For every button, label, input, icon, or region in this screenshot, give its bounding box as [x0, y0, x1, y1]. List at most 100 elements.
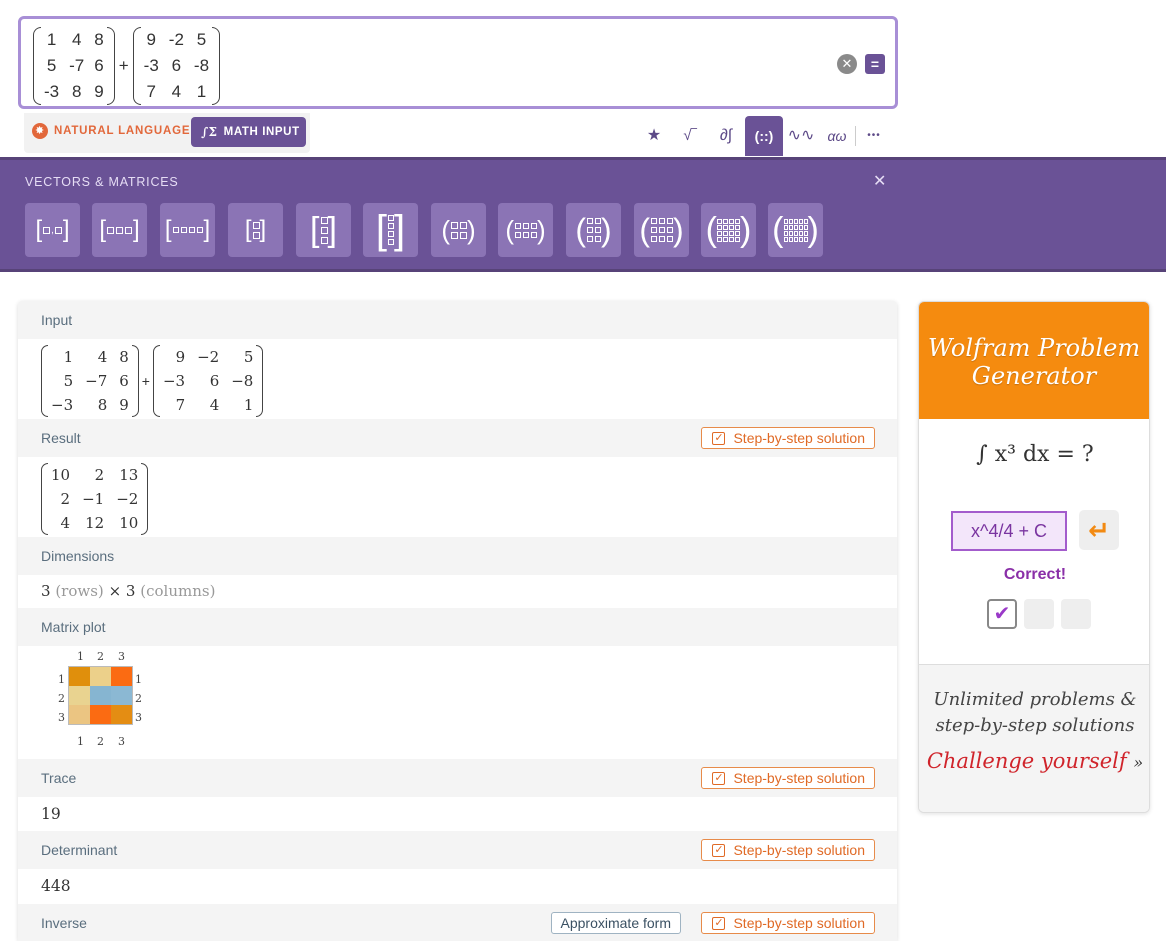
plot-tick-label: 3 [118, 735, 125, 748]
math-input-label: MATH INPUT [223, 126, 300, 138]
pod-title: Dimensions [41, 548, 115, 564]
matrix-a-cell[interactable]: -7 [69, 55, 84, 77]
column-vector-4-button[interactable]: [] [363, 203, 418, 257]
natural-language-button[interactable]: ✸ NATURAL LANGUAGE [32, 123, 190, 139]
progress-box [1024, 599, 1054, 629]
matrix-plot-cell [69, 705, 90, 724]
enter-icon[interactable]: ↵ [1079, 510, 1119, 550]
greek-icon[interactable]: αω [820, 116, 854, 156]
row-vector-4-button[interactable]: [] [160, 203, 215, 257]
progress-box [1061, 599, 1091, 629]
matrix-plot-cell [111, 667, 132, 686]
natural-language-label: NATURAL LANGUAGE [54, 125, 191, 137]
plot-tick-label: 2 [135, 692, 142, 705]
pod-header-inverse: Inverse Approximate form ✓ Step-by-step … [18, 904, 897, 941]
checkbox-icon: ✓ [712, 771, 726, 785]
approximate-form-button[interactable]: Approximate form [550, 912, 681, 934]
pod-title: Inverse [41, 915, 87, 931]
pod-header-trace: Trace ✓ Step-by-step solution [18, 759, 897, 797]
matrix-b-cell[interactable]: -2 [169, 29, 184, 51]
panel-title: VECTORS & MATRICES [25, 175, 179, 189]
matrix-a-cell[interactable]: 9 [94, 81, 103, 103]
plot-tick-label: 2 [58, 692, 65, 705]
matrix-a-cell[interactable]: 1 [44, 29, 59, 51]
clear-icon[interactable]: ✕ [837, 54, 857, 74]
row-vector-3-button[interactable]: [] [92, 203, 147, 257]
close-icon[interactable]: ✕ [873, 171, 886, 191]
step-by-step-button[interactable]: ✓ Step-by-step solution [701, 912, 875, 934]
matrix-plot-cell [111, 705, 132, 724]
calculus-icon[interactable]: ∂∫ [709, 116, 743, 156]
waveform-icon[interactable]: ∿∿ [784, 116, 818, 156]
pod-title: Determinant [41, 842, 118, 858]
row-vector-2-button[interactable]: [,] [25, 203, 80, 257]
matrix-b-cell[interactable]: 1 [194, 81, 209, 103]
matrix-a-cell[interactable]: 8 [69, 81, 84, 103]
matrix-2x3-button[interactable]: () [498, 203, 553, 257]
trace-output: 19 [41, 805, 61, 823]
input-matrix-b-output: 9 −2 5 −3 6 −8 741 [152, 345, 264, 417]
vectors-matrices-panel: VECTORS & MATRICES ✕ [,] [] [] [] [] [] … [0, 157, 1166, 272]
pod-title: Matrix plot [41, 619, 106, 635]
plot-tick-label: 2 [97, 735, 104, 748]
matrix-a-cell[interactable]: 4 [69, 29, 84, 51]
matrix-plot-cell [111, 686, 132, 705]
math-input-button[interactable]: ∫Σ MATH INPUT [191, 117, 306, 147]
matrix-b-cell[interactable]: 9 [144, 29, 159, 51]
math-input-field[interactable]: 1 4 8 5 -7 6 -3 8 9 + 9 -2 5 -3 6 -8 7 4… [18, 16, 898, 109]
compute-button[interactable]: = [865, 54, 885, 74]
answer-status: Correct! [1003, 566, 1067, 583]
sqrt-icon[interactable]: √‾ [673, 116, 707, 156]
matrix-b-cell[interactable]: 6 [169, 55, 184, 77]
result-output: 10 2 13 2 −1 −2 4 12 10 [41, 463, 149, 540]
input-matrix-a-output: 148 5 −7 6 −3 8 9 [41, 345, 139, 417]
matrix-b-cell[interactable]: 7 [144, 81, 159, 103]
input-expression[interactable]: 1 4 8 5 -7 6 -3 8 9 + 9 -2 5 -3 6 -8 7 4… [33, 27, 221, 105]
matrix-a-cell[interactable]: 6 [94, 55, 103, 77]
matrix-icon[interactable]: (::) [745, 116, 783, 156]
generator-footer[interactable]: Unlimited problems & step-by-step soluti… [919, 664, 1149, 812]
dimensions-output: 3 (rows) × 3 (columns) [41, 582, 216, 600]
plus-operator: + [118, 56, 129, 75]
matrix-a-cell[interactable]: 8 [94, 29, 103, 51]
matrix-plot-cell [69, 667, 90, 686]
step-by-step-button[interactable]: ✓ Step-by-step solution [701, 767, 875, 789]
generator-question: ∫ x³ dx = ? [976, 442, 1094, 467]
matrix-plot-cell [90, 705, 111, 724]
more-icon[interactable]: ••• [857, 116, 891, 156]
matrix-4x5-button[interactable]: () [768, 203, 823, 257]
star-icon[interactable]: ★ [637, 116, 671, 156]
matrix-3x3-button[interactable]: () [634, 203, 689, 257]
column-vector-3-button[interactable]: [] [296, 203, 351, 257]
input-mode-switch: ✸ NATURAL LANGUAGE ∫Σ MATH INPUT [24, 113, 310, 153]
matrix-2x2-button[interactable]: () [431, 203, 486, 257]
matrix-b-cell[interactable]: 5 [194, 29, 209, 51]
plot-tick-label: 3 [58, 711, 65, 724]
answer-input[interactable]: x^4/4 + C [951, 511, 1067, 551]
matrix-b-cell[interactable]: 4 [169, 81, 184, 103]
checkbox-icon: ✓ [712, 843, 726, 857]
plot-tick-label: 3 [118, 650, 125, 663]
pod-header-input: Input [18, 301, 897, 339]
results-pods: Input 148 5 −7 6 −3 8 9 + 9 −2 5 −3 6 −8 741 Res… [18, 301, 897, 941]
step-by-step-button[interactable]: ✓ Step-by-step solution [701, 839, 875, 861]
pod-header-dimensions: Dimensions [18, 537, 897, 575]
matrix-plot: 1 2 3 1 2 3 1 2 3 1 2 3 [36, 650, 142, 750]
matrix-4x4-button[interactable]: () [701, 203, 756, 257]
pod-title: Trace [41, 770, 77, 786]
toolbar-divider [855, 126, 856, 146]
footer-line: step-by-step solutions [935, 715, 1135, 736]
matrix-a-cell[interactable]: -3 [44, 81, 59, 103]
step-by-step-button[interactable]: ✓ Step-by-step solution [701, 427, 875, 449]
problem-generator-widget[interactable]: Wolfram Problem Generator ∫ x³ dx = ? x^… [918, 301, 1150, 813]
matrix-plot-cell [90, 686, 111, 705]
column-vector-2-button[interactable]: [] [228, 203, 283, 257]
matrix-b-cell[interactable]: -3 [144, 55, 159, 77]
challenge-yourself-link[interactable]: Challenge yourself » [919, 749, 1149, 773]
matrix-3x2-button[interactable]: () [566, 203, 621, 257]
matrix-b-cell[interactable]: -8 [194, 55, 209, 77]
wolfram-spikey-icon: ✸ [32, 123, 48, 139]
matrix-a-cell[interactable]: 5 [44, 55, 59, 77]
plot-tick-label: 2 [97, 650, 104, 663]
plot-tick-label: 1 [135, 673, 142, 686]
